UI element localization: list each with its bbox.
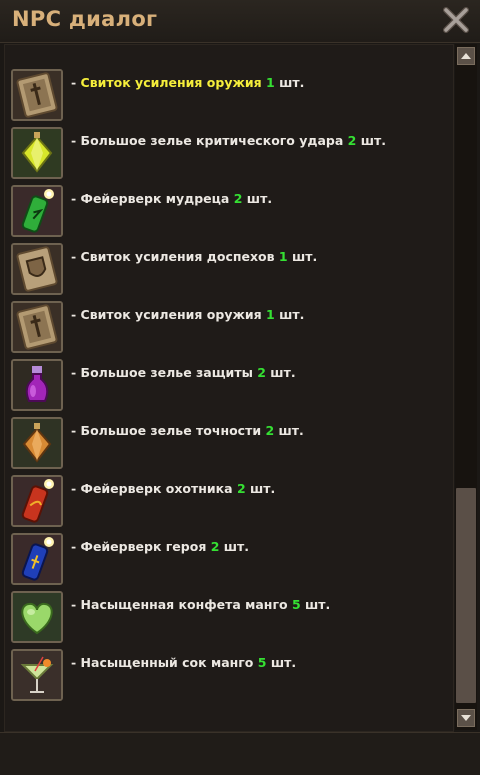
cocktail-glass-icon [11, 649, 63, 701]
window-title: NPC диалог [12, 7, 158, 31]
item-prefix: - [71, 133, 81, 148]
item-qty: 1 [278, 249, 288, 264]
item-qty: 5 [257, 655, 267, 670]
armor-scroll-icon [11, 243, 63, 295]
item-text: - Большое зелье защиты 2 шт. [71, 365, 296, 380]
item-name: Насыщенный сок манго [80, 655, 254, 670]
purple-potion-icon [11, 359, 63, 411]
item-text: - Фейерверк мудреца 2 шт. [71, 191, 272, 206]
item-name: Насыщенная конфета манго [80, 597, 288, 612]
list-item[interactable]: - Фейерверк героя 2 шт. [9, 533, 449, 589]
item-text: - Насыщенная конфета манго 5 шт. [71, 597, 330, 612]
green-firework-icon [11, 185, 63, 237]
list-item[interactable]: - Свиток усиления доспехов 1 шт. [9, 243, 449, 299]
scroll-up-button[interactable] [457, 47, 475, 65]
vertical-scrollbar[interactable] [455, 44, 477, 730]
item-unit: шт. [246, 191, 273, 206]
item-name: Свиток усиления оружия [80, 307, 262, 322]
item-unit: шт. [279, 75, 305, 90]
title-bar: NPC диалог [0, 0, 480, 43]
list-item[interactable]: - Большое зелье критического удара 2 шт. [9, 127, 449, 183]
item-unit: шт. [279, 307, 305, 322]
item-prefix: - [71, 597, 81, 612]
item-unit: шт. [305, 597, 331, 612]
item-qty: 5 [291, 597, 301, 612]
item-unit: шт. [223, 539, 250, 554]
item-prefix: - [71, 75, 81, 90]
reward-list: - Свиток усиления оружия 1 шт. - Большое… [4, 44, 454, 732]
item-unit: шт. [250, 481, 276, 496]
item-name: Большое зелье критического удара [80, 133, 344, 148]
item-unit: шт. [278, 423, 304, 438]
item-name: Свиток усиления оружия [80, 75, 262, 90]
npc-dialog-window: NPC диалог - Свиток усиления оружия 1 шт… [0, 0, 480, 775]
item-qty: 2 [210, 539, 220, 554]
close-icon[interactable] [440, 4, 472, 36]
item-qty: 1 [266, 75, 275, 90]
list-item[interactable]: - Насыщенная конфета манго 5 шт. [9, 591, 449, 647]
item-prefix: - [71, 655, 81, 670]
item-qty: 2 [257, 365, 266, 380]
item-text: - Свиток усиления доспехов 1 шт. [71, 249, 317, 264]
item-unit: шт. [270, 365, 296, 380]
yellow-potion-icon [11, 127, 63, 179]
item-text: - Большое зелье точности 2 шт. [71, 423, 304, 438]
list-item[interactable]: - Насыщенный сок манго 5 шт. [9, 649, 449, 705]
list-item[interactable]: - Фейерверк мудреца 2 шт. [9, 185, 449, 241]
item-qty: 2 [347, 133, 357, 148]
list-item[interactable]: - Свиток усиления оружия 1 шт. [9, 69, 449, 125]
item-name: Фейерверк героя [80, 539, 207, 554]
chevron-up-icon [461, 53, 471, 59]
item-prefix: - [71, 307, 81, 322]
list-item[interactable]: - Фейерверк охотника 2 шт. [9, 475, 449, 531]
item-unit: шт. [291, 249, 318, 264]
item-name: Фейерверк мудреца [80, 191, 230, 206]
item-unit: шт. [270, 655, 297, 670]
weapon-scroll-icon [11, 69, 63, 121]
item-prefix: - [71, 481, 81, 496]
blue-firework-icon [11, 533, 63, 585]
item-text: - Свиток усиления оружия 1 шт. [71, 307, 304, 322]
item-text: - Фейерверк героя 2 шт. [71, 539, 249, 554]
item-prefix: - [71, 539, 81, 554]
chevron-down-icon [461, 715, 471, 721]
list-item[interactable]: - Большое зелье точности 2 шт. [9, 417, 449, 473]
item-qty: 2 [236, 481, 246, 496]
item-text: - Свиток усиления оружия 1 шт. [71, 75, 304, 90]
item-qty: 2 [233, 191, 243, 206]
scrollbar-thumb[interactable] [456, 488, 476, 703]
dialog-footer [0, 732, 480, 775]
item-name: Свиток усиления доспехов [80, 249, 275, 264]
item-qty: 2 [265, 423, 275, 438]
item-qty: 1 [266, 307, 275, 322]
item-text: - Большое зелье критического удара 2 шт. [71, 133, 386, 148]
scroll-down-button[interactable] [457, 709, 475, 727]
heart-candy-icon [11, 591, 63, 643]
item-prefix: - [71, 191, 81, 206]
weapon-scroll-icon [11, 301, 63, 353]
item-prefix: - [71, 365, 81, 380]
item-text: - Насыщенный сок манго 5 шт. [71, 655, 296, 670]
list-item[interactable]: - Большое зелье защиты 2 шт. [9, 359, 449, 415]
orange-potion-icon [11, 417, 63, 469]
item-text: - Фейерверк охотника 2 шт. [71, 481, 275, 496]
list-item[interactable]: - Свиток усиления оружия 1 шт. [9, 301, 449, 357]
item-name: Большое зелье точности [80, 423, 262, 438]
red-firework-icon [11, 475, 63, 527]
item-name: Большое зелье защиты [80, 365, 253, 380]
item-prefix: - [71, 423, 81, 438]
item-unit: шт. [360, 133, 387, 148]
item-prefix: - [71, 249, 81, 264]
item-name: Фейерверк охотника [80, 481, 233, 496]
